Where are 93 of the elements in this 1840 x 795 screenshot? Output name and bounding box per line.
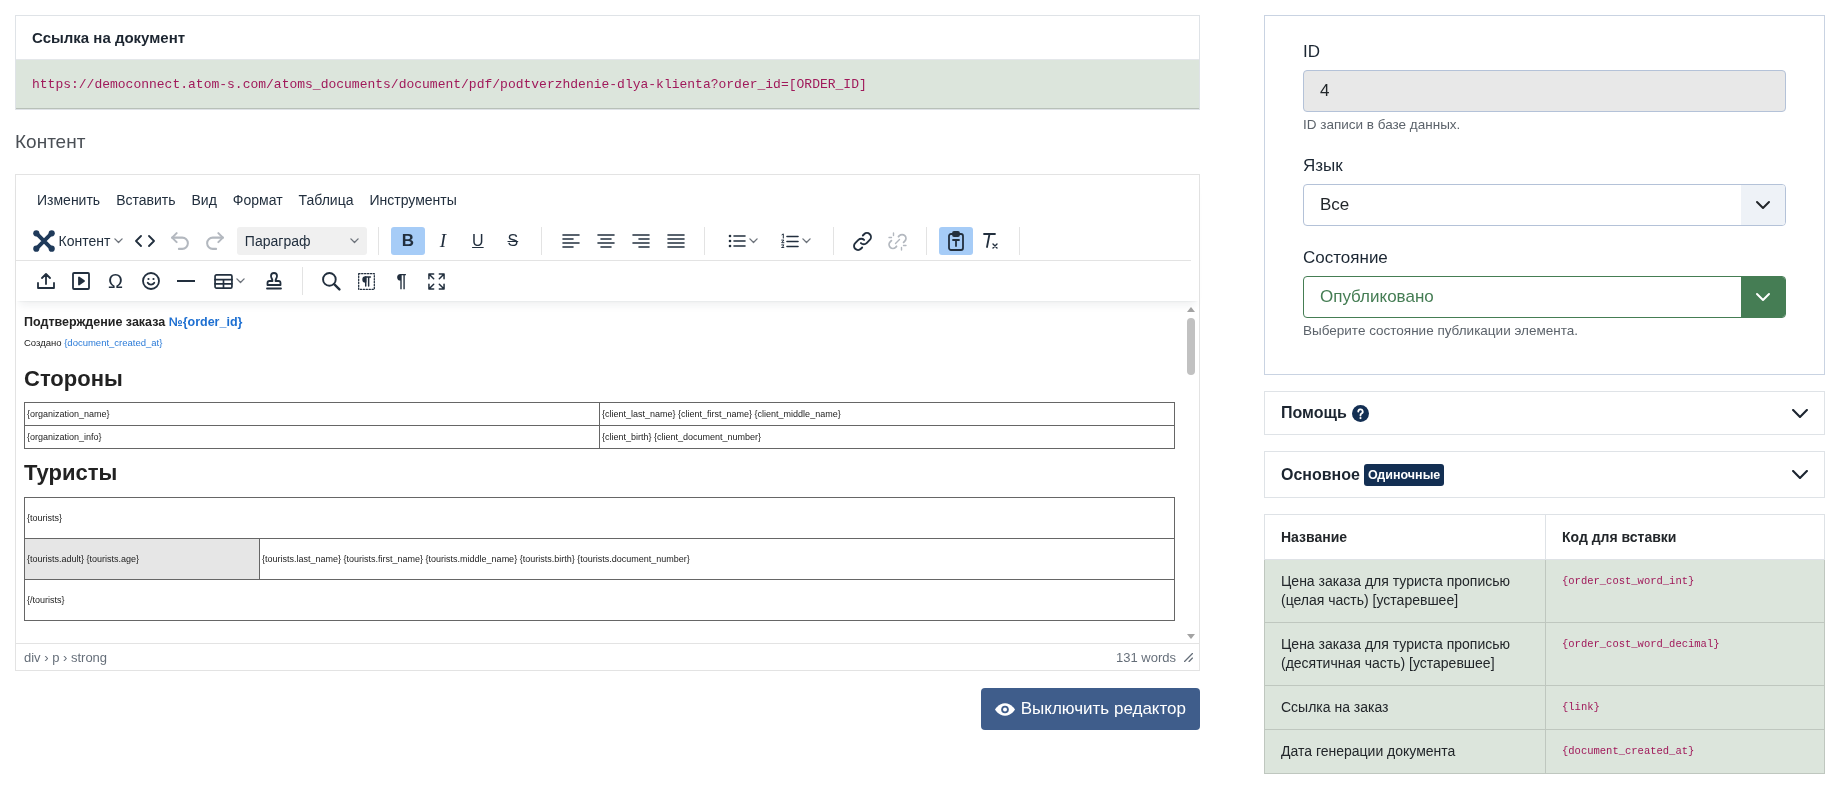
chevron-down-icon	[1741, 185, 1785, 225]
smiley-icon	[141, 272, 160, 290]
menu-item[interactable]: Формат	[224, 184, 291, 215]
select-field[interactable]: Все	[1303, 184, 1786, 226]
special-character-button[interactable]: Ω	[98, 267, 133, 295]
scrollbar-thumb[interactable]	[1187, 318, 1195, 375]
link-icon	[853, 231, 873, 251]
block-format-select[interactable]: Параграф	[236, 227, 367, 255]
created-line: Создано {document_created_at}	[24, 336, 164, 349]
undo-icon	[171, 232, 190, 250]
help-icon	[1351, 404, 1369, 422]
table-cell: {tourists.adult} {tourists.age}	[24, 538, 260, 580]
numbered-list-icon	[780, 233, 799, 249]
field-hint: ID записи в базе данных.	[1303, 116, 1462, 134]
menu-item[interactable]: Инструменты	[361, 184, 465, 215]
scroll-up-icon	[1187, 307, 1195, 312]
section-heading: Туристы	[24, 460, 119, 486]
fullscreen-icon	[428, 272, 445, 290]
table-cell: Цена заказа для туриста прописью (десятичная часть) [устаревшее]	[1264, 622, 1546, 686]
italic-button[interactable]: I	[425, 227, 460, 255]
tray-arrow-icon	[36, 273, 55, 289]
toggle-editor-button[interactable]: Выключить редактор	[980, 688, 1200, 730]
table-icon	[214, 273, 233, 289]
column-header: Код для вставки	[1545, 514, 1825, 560]
search-icon	[322, 271, 341, 291]
document-url: https://democonnect.atom-s.com/atoms_documents/document/pdf/podtverzhdenie-dlya-klienta?order_id=[ORDER_ID]	[32, 76, 867, 92]
clear-formatting-icon	[983, 233, 999, 249]
select-field[interactable]: Опубликовано	[1303, 276, 1786, 318]
table-cell: {tourists}	[24, 497, 1175, 539]
panel-title: Помощь	[1281, 404, 1347, 422]
menu-item[interactable]: Изменить	[29, 184, 109, 215]
card-title: Ссылка на документ	[32, 29, 186, 46]
logo-icon	[32, 230, 55, 252]
caret-icon	[801, 238, 811, 244]
field-hint: Выберите состояние публикации элемента.	[1303, 322, 1579, 340]
field-label: ID	[1303, 42, 1321, 62]
menu-item[interactable]: Таблица	[290, 184, 362, 215]
field-label: Язык	[1303, 156, 1344, 176]
caret-icon	[349, 238, 359, 244]
chevron-down-icon	[1741, 277, 1785, 317]
field-label: Состояние	[1303, 248, 1389, 268]
table-cell: {link}	[1545, 685, 1825, 730]
section-heading: Стороны	[24, 366, 124, 392]
accordion-panel[interactable]: Основное Одиночные	[1264, 451, 1825, 498]
table-cell: {client_birth} {client_document_number}	[599, 425, 1175, 449]
resize-handle-icon	[1184, 652, 1193, 662]
table-cell: {order_cost_word_decimal}	[1545, 622, 1825, 686]
table-cell: Цена заказа для туриста прописью (целая часть) [устаревшее]	[1264, 559, 1546, 623]
table-cell: {tourists.last_name} {tourists.first_name} {tourists.middle_name} {tourists.birth} {tourists.document_number}	[259, 538, 1175, 580]
show-blocks-icon	[358, 272, 375, 290]
stamp-icon	[265, 272, 282, 290]
caret-icon	[114, 238, 124, 244]
redo-icon	[206, 232, 225, 250]
table-cell: {organization_name}	[24, 402, 600, 426]
chevron-down-icon[interactable]	[1792, 470, 1808, 479]
panel-title: Основное	[1281, 465, 1360, 484]
bullet-list-icon	[727, 234, 746, 248]
paste-as-text-button[interactable]	[938, 227, 973, 255]
strikethrough-button[interactable]: S	[495, 227, 530, 255]
chevron-down-icon[interactable]	[1792, 408, 1808, 418]
align-left-icon	[561, 234, 580, 248]
accordion-panel[interactable]: Помощь	[1264, 391, 1825, 435]
horizontal-line-icon	[176, 280, 195, 282]
column-header: Название	[1264, 514, 1546, 560]
play-icon	[71, 272, 90, 290]
align-center-icon	[596, 234, 615, 248]
eye-icon	[994, 702, 1015, 716]
align-justify-icon	[666, 234, 685, 248]
bold-button[interactable]: B	[390, 227, 425, 255]
table-cell: {organization_info}	[24, 425, 600, 449]
table-cell: Дата генерации документа	[1264, 729, 1546, 774]
table-cell: {order_cost_word_int}	[1545, 559, 1825, 623]
align-right-icon	[631, 234, 650, 248]
caret-icon	[236, 278, 245, 284]
table-cell: {/tourists}	[24, 579, 1175, 621]
table-cell: {client_last_name} {client_first_name} {client_middle_name}	[599, 402, 1175, 426]
menu-item[interactable]: Вставить	[108, 184, 184, 215]
paste-as-text-icon	[947, 231, 964, 251]
table-cell: Ссылка на заказ	[1264, 685, 1546, 730]
element-path: div › p › strong	[24, 649, 108, 665]
content-menu-button[interactable]: Контент	[28, 227, 128, 255]
section-label: Контент	[15, 131, 86, 153]
word-count: 131 words	[1116, 649, 1176, 665]
menu-item[interactable]: Вид	[183, 184, 225, 215]
underline-button[interactable]: U	[460, 227, 495, 255]
table-cell: {document_created_at}	[1545, 729, 1825, 774]
scroll-down-icon	[1187, 634, 1195, 639]
document-title: Подтверждение заказа №{order_id}	[24, 314, 244, 330]
paragraph-mark-button[interactable]: ¶	[384, 267, 419, 295]
caret-icon	[748, 238, 758, 244]
code-icon	[135, 235, 156, 247]
broken-link-icon	[888, 231, 908, 251]
tag-badge: Одиночные	[1363, 463, 1445, 486]
